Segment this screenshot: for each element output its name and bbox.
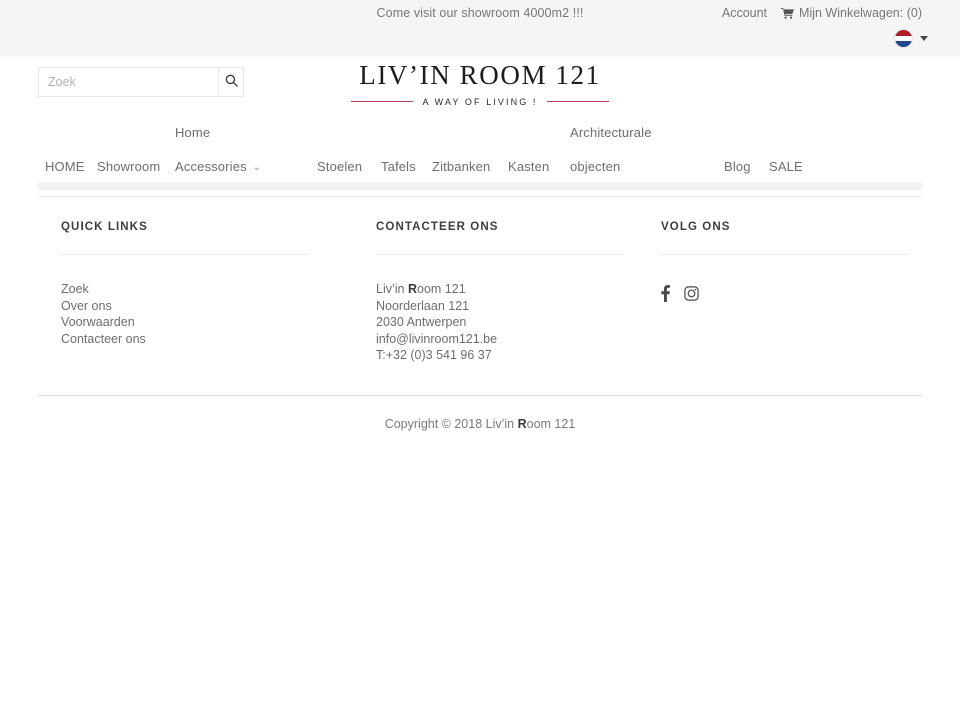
cart-link[interactable]: Mijn Winkelwagen: (0) — [781, 6, 922, 20]
contact-city: 2030 Antwerpen — [376, 315, 467, 329]
list-item[interactable]: Zoek — [61, 281, 331, 298]
logo-rule-right — [546, 101, 609, 103]
list-item[interactable]: Over ons — [61, 298, 331, 315]
contact-phone: T:+32 (0)3 541 96 37 — [376, 348, 492, 362]
nav-bottom-strip — [38, 182, 922, 190]
nav-item-home[interactable]: HOME — [45, 158, 85, 175]
announcement-bar: Come visit our showroom 4000m2 !!! Accou… — [0, 0, 960, 57]
logo-tagline: A WAY OF LIVING ! — [422, 96, 538, 107]
nav-item-accessories[interactable]: Accessories ⌄ — [175, 158, 261, 177]
main-navigation: Home Architecturale HOME Showroom Access… — [0, 119, 960, 197]
page-root: Come visit our showroom 4000m2 !!! Accou… — [0, 0, 960, 720]
netherlands-flag-icon — [895, 30, 912, 47]
footer-divider — [38, 394, 922, 396]
quick-links-list: Zoek Over ons Voorwaarden Contacteer ons — [61, 281, 331, 347]
nav-item-showroom[interactable]: Showroom — [97, 158, 160, 175]
nav-item-tafels[interactable]: Tafels — [381, 158, 416, 175]
account-link[interactable]: Account — [722, 6, 767, 20]
list-item[interactable]: Voorwaarden — [61, 314, 331, 331]
footer-underline — [661, 254, 909, 255]
nav-item-kasten[interactable]: Kasten — [508, 158, 549, 175]
shopping-cart-icon — [781, 7, 795, 19]
chevron-down-icon[interactable] — [920, 36, 928, 41]
chevron-down-icon: ⌄ — [252, 162, 262, 173]
contact-street: Noorderlaan 121 — [376, 298, 470, 313]
nav-dropdown-label-architecturale[interactable]: Architecturale — [570, 124, 652, 141]
list-item[interactable]: Contacteer ons — [61, 331, 331, 348]
social-links — [661, 285, 917, 302]
site-header: LIV’IN ROOM 121 A WAY OF LIVING ! — [0, 57, 960, 119]
footer-heading-quick-links: QUICK LINKS — [61, 221, 148, 233]
cart-label: Mijn Winkelwagen: (0) — [799, 6, 922, 20]
footer-underline — [61, 254, 309, 255]
footer-column-contact: CONTACTEER ONS Liv’in Room 121 Noorderla… — [331, 215, 624, 364]
footer-underline — [376, 254, 624, 255]
instagram-icon[interactable] — [684, 286, 699, 301]
nav-item-accessories-label: Accessories — [175, 159, 247, 174]
facebook-icon[interactable] — [661, 285, 670, 302]
footer-heading-contact: CONTACTEER ONS — [376, 221, 499, 233]
nav-item-blog[interactable]: Blog — [724, 158, 751, 175]
site-footer: QUICK LINKS Zoek Over ons Voorwaarden Co… — [0, 195, 960, 431]
nav-item-stoelen[interactable]: Stoelen — [317, 158, 362, 175]
footer-column-follow: VOLG ONS — [624, 215, 917, 364]
footer-column-quick-links: QUICK LINKS Zoek Over ons Voorwaarden Co… — [38, 215, 331, 364]
logo-title: LIV’IN ROOM 121 — [359, 60, 601, 90]
copyright-text: Copyright © 2018 Liv’in Room 121 — [384, 416, 576, 431]
nav-item-objecten[interactable]: objecten — [570, 158, 620, 175]
contact-details: Liv’in Room 121 Noorderlaan 121 2030 Ant… — [376, 281, 624, 364]
topbar-actions: Account Mijn Winkelwagen: (0) — [722, 6, 922, 20]
language-switcher[interactable] — [895, 30, 928, 47]
site-logo[interactable]: LIV’IN ROOM 121 A WAY OF LIVING ! — [0, 60, 960, 107]
logo-rule-left — [351, 101, 414, 103]
nav-item-zitbanken[interactable]: Zitbanken — [432, 158, 490, 175]
nav-item-sale[interactable]: SALE — [769, 158, 803, 175]
nav-dropdown-label-home[interactable]: Home — [175, 124, 210, 141]
contact-company: Liv’in Room 121 — [376, 282, 466, 296]
logo-tagline-row: A WAY OF LIVING ! — [0, 97, 960, 107]
footer-heading-follow: VOLG ONS — [661, 221, 731, 233]
contact-email[interactable]: info@livinroom121.be — [376, 331, 624, 348]
